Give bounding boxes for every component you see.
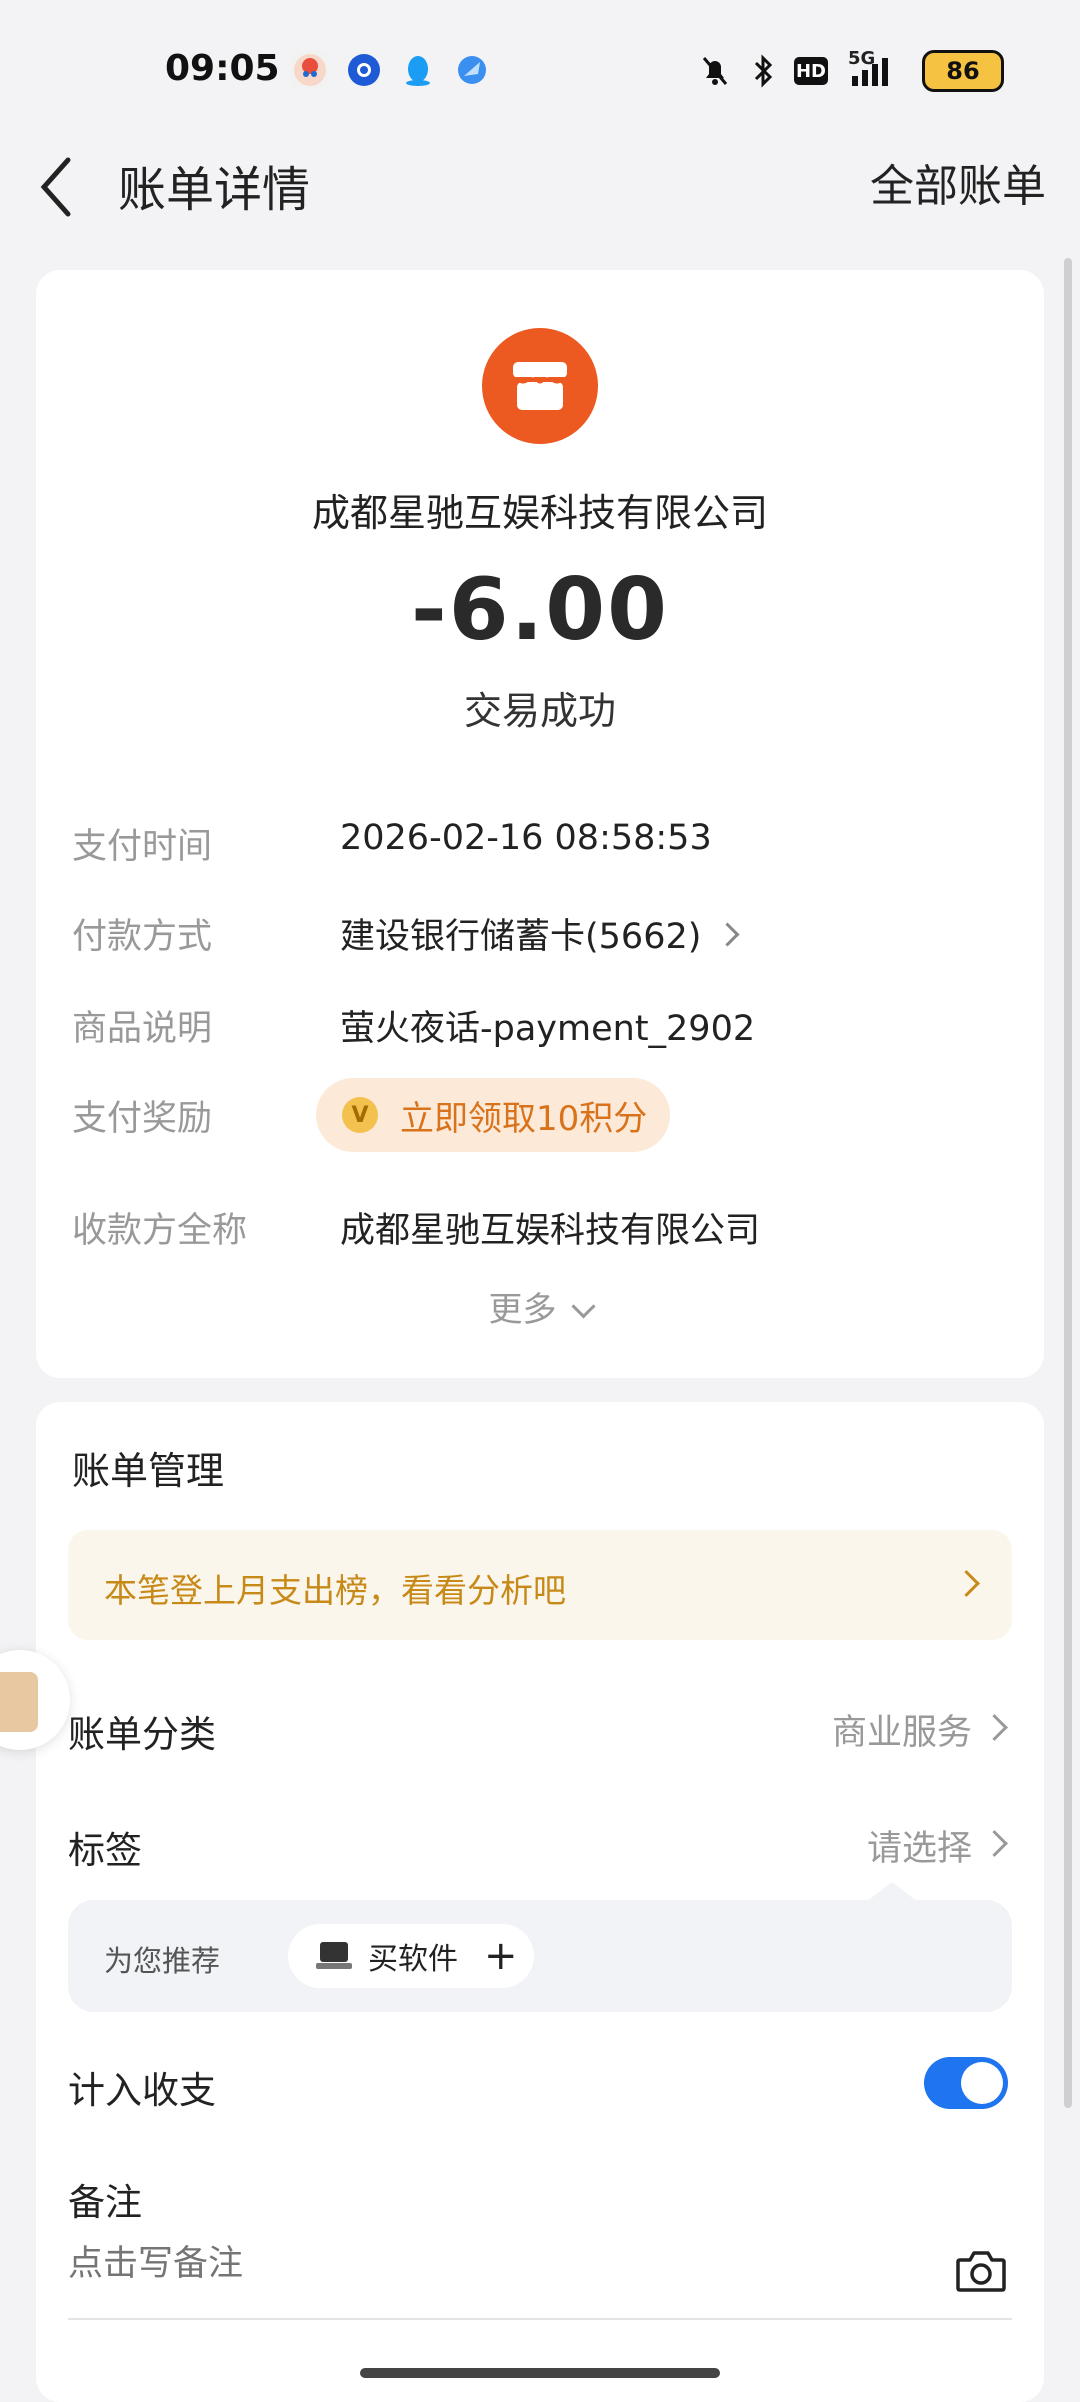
bill-management-card: 账单管理 本笔登上月支出榜，看看分析吧 账单分类 商业服务 标签 请选择 为您推… (36, 1402, 1044, 2402)
qq-icon (398, 50, 438, 90)
claim-points-label: 立即领取10积分 (400, 1098, 648, 1139)
detail-label: 支付奖励 (72, 1099, 213, 1139)
detail-row-product: 商品说明 萤火夜话-payment_2902 (72, 1000, 1012, 1060)
home-indicator[interactable] (360, 2368, 720, 2378)
chevron-right-icon (981, 1830, 1008, 1857)
points-coin-icon: V (342, 1097, 378, 1133)
chevron-right-icon (953, 1570, 980, 1597)
app-icon-2 (344, 50, 384, 90)
page-title: 账单详情 (118, 162, 311, 218)
detail-row-payee: 收款方全称 成都星驰互娱科技有限公司 (72, 1202, 1012, 1262)
laptop-icon (316, 1942, 352, 1970)
section-title: 账单管理 (72, 1449, 225, 1493)
assistant-icon (0, 1672, 38, 1732)
note-label: 备注 (68, 2181, 142, 2224)
notification-icons (290, 50, 492, 90)
tag-value: 请选择 (866, 1829, 972, 1869)
bluetooth-icon (754, 54, 773, 88)
include-in-stats-row: 计入收支 (68, 2050, 1012, 2120)
status-bar: 09:05 HD 5G 86 (0, 0, 1080, 140)
detail-row-pay-time: 支付时间 2026-02-16 08:58:53 (72, 818, 1012, 878)
recommend-label: 为您推荐 (104, 1944, 221, 1978)
toggle-knob (961, 2062, 1003, 2104)
plus-icon: + (484, 1933, 518, 1979)
tag-chip-buy-software[interactable]: 买软件 + (288, 1924, 534, 1988)
merchant-name: 成都星驰互娱科技有限公司 (311, 491, 768, 535)
scrollbar[interactable] (1064, 258, 1072, 2108)
merchant-logo (482, 328, 598, 444)
transaction-status: 交易成功 (463, 689, 616, 733)
chip-label: 买软件 (368, 1942, 458, 1977)
detail-value[interactable]: 建设银行储蓄卡(5662) (340, 908, 740, 959)
camera-icon (956, 2251, 1006, 2292)
back-button[interactable] (32, 152, 82, 222)
detail-label: 付款方式 (72, 917, 213, 957)
more-button[interactable]: 更多 (36, 1282, 1044, 1331)
camera-button[interactable] (954, 2246, 1008, 2296)
tag-label: 标签 (68, 1829, 142, 1872)
detail-label: 商品说明 (72, 1009, 213, 1049)
tag-recommendations: 为您推荐 买软件 + (68, 1882, 1012, 2012)
store-icon (513, 362, 567, 410)
system-icons: HD 5G 86 (698, 48, 1004, 92)
include-label: 计入收支 (68, 2069, 216, 2112)
detail-value: 2026-02-16 08:58:53 (340, 818, 712, 858)
banner-text: 本笔登上月支出榜，看看分析吧 (104, 1571, 566, 1610)
note-input[interactable] (68, 2244, 868, 2284)
bill-category-row[interactable]: 账单分类 商业服务 (68, 1694, 1012, 1764)
all-bills-button[interactable]: 全部账单 (870, 150, 1046, 214)
spending-analysis-banner[interactable]: 本笔登上月支出榜，看看分析吧 (68, 1530, 1012, 1640)
signal-icon: 5G (848, 48, 902, 88)
chevron-left-icon (40, 157, 71, 217)
chevron-down-icon (570, 1294, 596, 1319)
note-divider (68, 2318, 1012, 2320)
transaction-card: 成都星驰互娱科技有限公司 -6.00 交易成功 支付时间 2026-02-16 … (36, 270, 1044, 1378)
more-label: 更多 (488, 1290, 557, 1330)
detail-row-pay-method[interactable]: 付款方式 建设银行储蓄卡(5662) (72, 908, 1012, 968)
detail-value: 萤火夜话-payment_2902 (340, 1009, 756, 1049)
detail-label: 收款方全称 (72, 1211, 248, 1251)
tag-row[interactable]: 标签 请选择 (68, 1810, 1012, 1880)
category-value: 商业服务 (831, 1713, 972, 1753)
detail-label: 支付时间 (72, 827, 213, 867)
app-icon-4 (452, 50, 492, 90)
chevron-right-icon (981, 1714, 1008, 1741)
hd-icon: HD (794, 57, 828, 85)
app-icon-1 (290, 50, 330, 90)
category-label: 账单分类 (68, 1713, 216, 1756)
pay-method-value: 建设银行储蓄卡(5662) (340, 917, 702, 957)
chevron-right-icon (715, 921, 740, 947)
battery-icon: 86 (922, 50, 1004, 92)
mute-icon (702, 57, 728, 85)
include-in-stats-toggle[interactable] (924, 2057, 1008, 2109)
detail-value: 成都星驰互娱科技有限公司 (340, 1211, 761, 1251)
amount: -6.00 (411, 560, 669, 660)
popover-pointer (866, 1882, 918, 1902)
status-time: 09:05 (165, 48, 280, 89)
claim-points-button[interactable]: V 立即领取10积分 (316, 1078, 670, 1152)
